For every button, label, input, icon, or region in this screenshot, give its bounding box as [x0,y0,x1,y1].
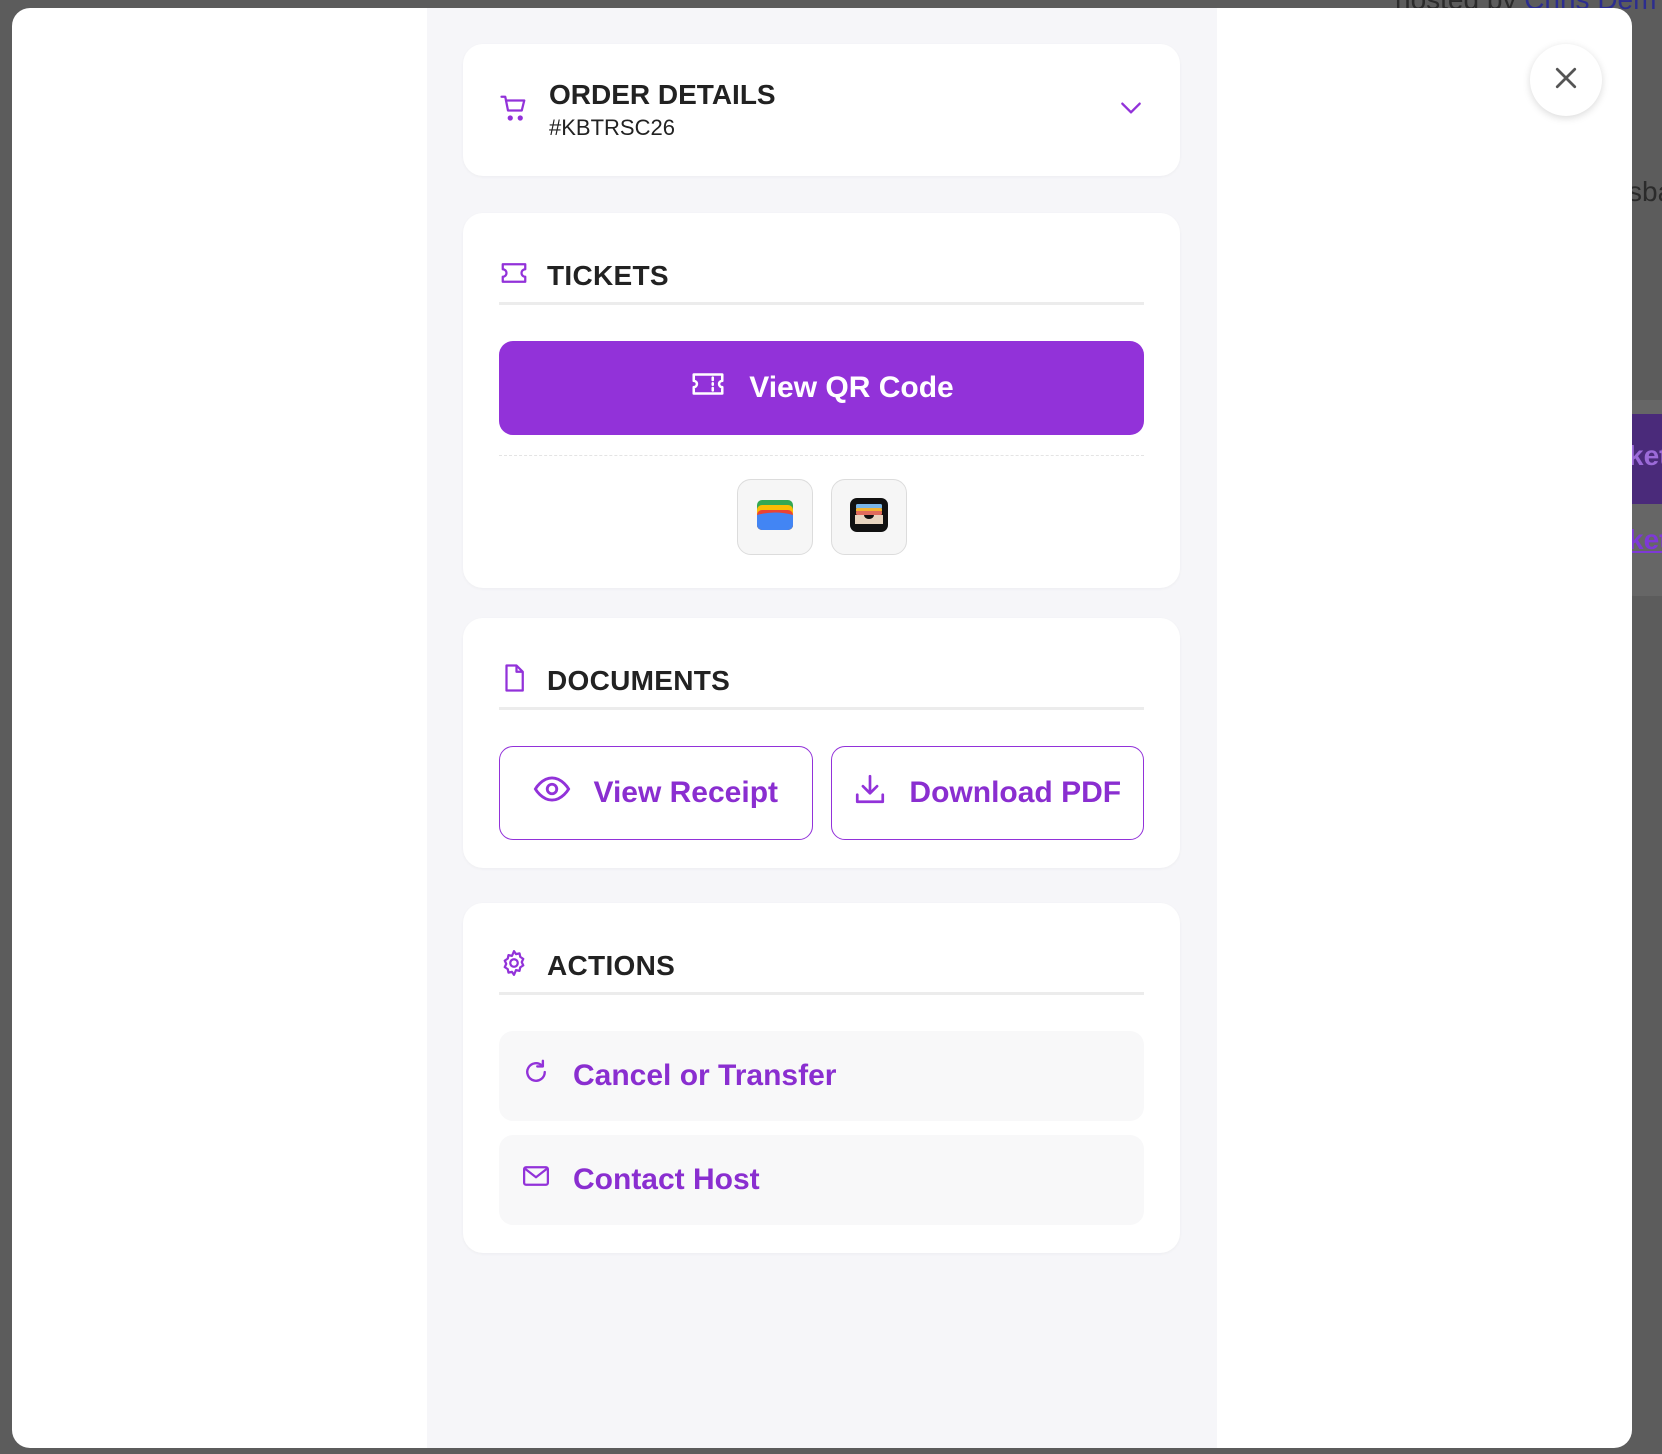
view-qr-code-label: View QR Code [749,371,954,404]
actions-card: ACTIONS Cancel or Transfer Contact Host [463,903,1180,1253]
google-wallet-button[interactable] [736,479,813,555]
actions-header: ACTIONS [499,939,1144,995]
document-icon [499,663,529,698]
ticket-icon [499,258,529,293]
eye-icon [533,770,571,816]
background-peek-text: sba [1628,176,1662,207]
actions-title: ACTIONS [547,949,676,981]
cart-icon [499,93,529,128]
view-qr-code-button[interactable]: View QR Code [499,341,1144,435]
download-pdf-label: Download PDF [909,776,1122,809]
order-modal: ORDER DETAILS #KBTRSC26 TICKETS View QR … [12,8,1632,1448]
tickets-divider [499,455,1144,456]
mail-icon [521,1161,551,1199]
apple-wallet-icon [849,497,889,538]
close-button[interactable] [1530,44,1602,116]
view-receipt-label: View Receipt [593,776,779,809]
apple-wallet-button[interactable] [830,479,907,555]
background-link: ket [1628,524,1662,555]
order-details-title: ORDER DETAILS [549,79,776,110]
qr-ticket-icon [689,365,727,411]
chevron-down-icon[interactable] [1118,95,1144,126]
tickets-card: TICKETS View QR Code [463,213,1180,588]
documents-title: DOCUMENTS [547,664,731,696]
contact-host-label: Contact Host [573,1163,760,1196]
tickets-header: TICKETS [499,249,1144,305]
order-details-text: ORDER DETAILS #KBTRSC26 [549,79,776,141]
contact-host-button[interactable]: Contact Host [499,1135,1144,1225]
cancel-or-transfer-button[interactable]: Cancel or Transfer [499,1031,1144,1121]
gear-icon [499,948,529,983]
order-number: #KBTRSC26 [549,115,675,140]
google-wallet-icon [755,498,795,537]
wallet-buttons [463,479,1180,555]
document-buttons: View Receipt Download PDF [499,746,1144,840]
order-details-header[interactable]: ORDER DETAILS #KBTRSC26 [499,79,1144,141]
view-receipt-button[interactable]: View Receipt [499,746,813,840]
background-button: ket [1628,414,1662,504]
documents-card: DOCUMENTS View Receipt Download PDF [463,618,1180,868]
download-pdf-button[interactable]: Download PDF [830,746,1144,840]
refresh-icon [521,1057,551,1095]
cancel-or-transfer-label: Cancel or Transfer [573,1059,837,1092]
order-details-card[interactable]: ORDER DETAILS #KBTRSC26 [463,44,1180,176]
documents-header: DOCUMENTS [499,654,1144,710]
download-icon [853,772,887,814]
tickets-title: TICKETS [547,259,669,291]
close-icon [1551,63,1581,98]
